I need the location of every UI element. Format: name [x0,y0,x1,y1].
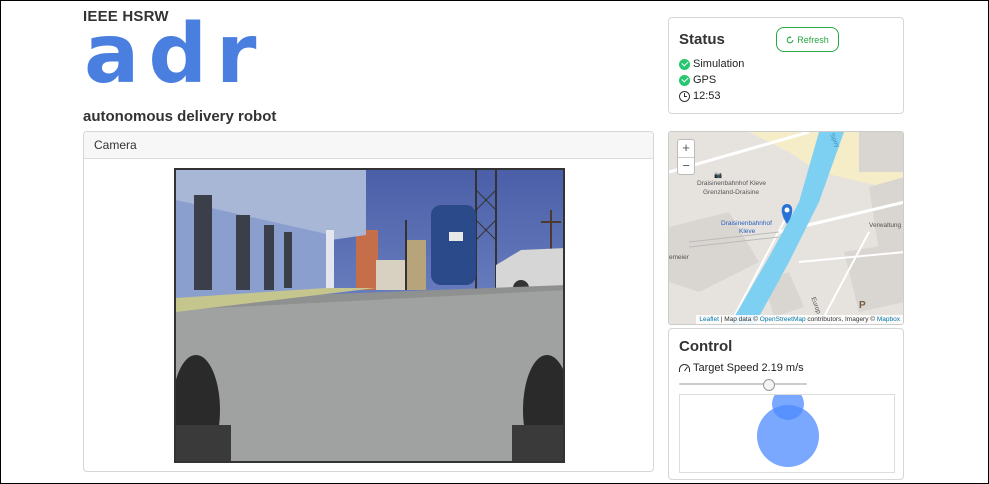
zoom-out-button[interactable]: − [678,157,694,174]
osm-link[interactable]: OpenStreetMap [760,316,806,323]
map-label-street: Verwaltung [869,222,902,229]
camera-image [176,170,563,461]
camera-card: Camera [83,131,654,472]
check-circle-icon [679,74,690,86]
refresh-button[interactable]: Refresh [776,27,839,52]
attrib-text: contributors, Imagery © [805,316,877,323]
zoom-in-button[interactable]: + [678,140,694,157]
status-time: 12:53 [679,90,721,102]
map-label-parking: P [859,300,866,311]
map-label-station: 📷 [714,172,723,179]
map-label-stop: Draisinenbahnhof [721,220,772,227]
control-card: Control Target Speed 2.19 m/s [668,328,904,480]
refresh-label: Refresh [797,34,829,45]
camera-feed [174,168,565,463]
speedometer-icon [679,364,690,372]
status-card: Status Refresh Simulation GPS 12:53 [668,17,904,114]
clock-icon [679,90,690,102]
map-attribution: Leaflet | Map data © OpenStreetMap contr… [696,315,903,324]
map-label-station: Draisinenbahnhof Kleve [697,180,767,187]
refresh-icon [786,35,794,43]
map-label-station-sub: Grenzland-Draisine [703,189,759,196]
target-speed-label: Target Speed [693,362,759,374]
control-title: Control [679,338,733,355]
map-card[interactable]: + − 📷 Draisinenbahnhof Kleve Grenzland-D… [668,131,904,325]
joystick-area[interactable] [679,394,895,473]
speed-slider[interactable] [679,379,807,391]
check-circle-icon [679,58,690,70]
status-simulation: Simulation [679,58,744,70]
mapbox-link[interactable]: Mapbox [877,316,900,323]
app-logo: adr [84,7,266,102]
status-label: GPS [693,74,717,86]
status-label: Simulation [693,58,745,70]
status-gps: GPS [679,74,716,86]
app-subtitle: autonomous delivery robot [83,108,277,125]
status-title: Status [679,31,725,48]
attrib-text: | Map data © [718,316,760,323]
leaflet-link[interactable]: Leaflet [699,316,719,323]
target-speed-value: 2.19 m/s [761,362,804,374]
slider-thumb[interactable] [762,379,775,391]
status-label: 12:53 [693,90,721,102]
map-label-street: emeier [669,254,689,261]
slider-track[interactable] [679,383,807,385]
zoom-control: + − [677,139,695,175]
target-speed-row: Target Speed 2.19 m/s [679,362,804,374]
camera-header: Camera [84,132,653,159]
map-label-stop-sub: Kleve [739,228,756,235]
